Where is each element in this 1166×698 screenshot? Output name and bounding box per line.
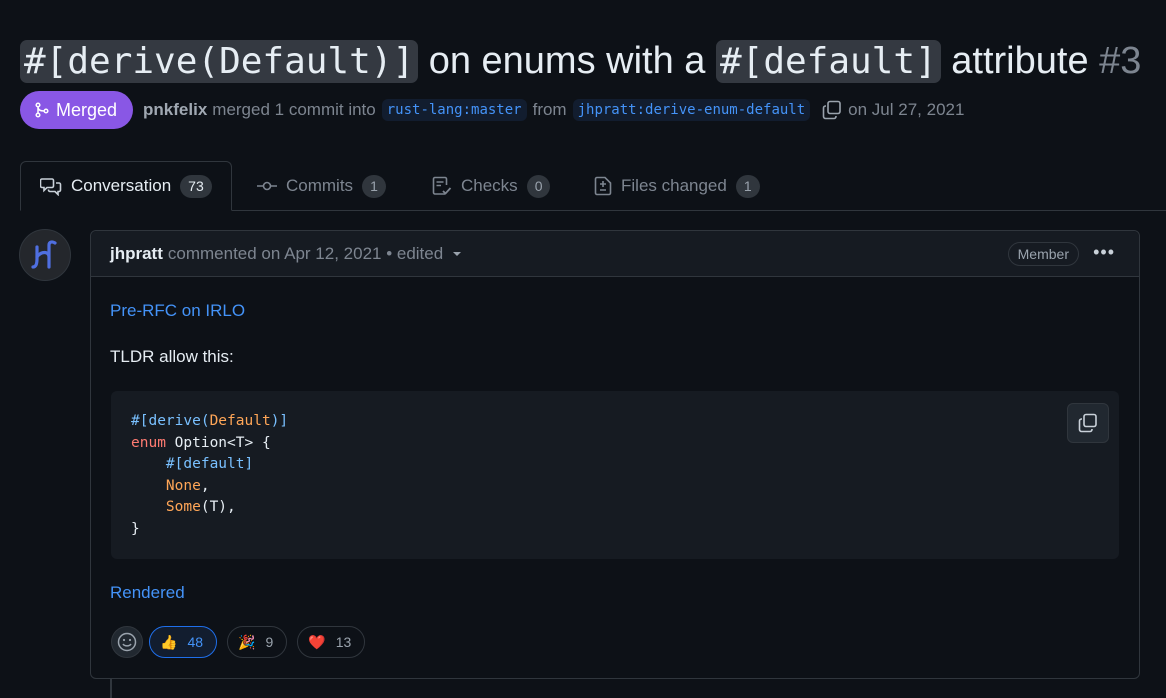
comment-discussion-icon (40, 178, 62, 196)
code-block: #[derive(Default)] enum Option<T> { #[de… (111, 391, 1119, 559)
tab-conversation-counter: 73 (180, 174, 212, 198)
comment-paragraph: TLDR allow this: (110, 347, 234, 366)
base-branch[interactable]: rust-lang:master (381, 99, 527, 121)
title-text-2: attribute (940, 40, 1100, 82)
tab-files-changed-counter: 1 (735, 174, 760, 198)
smiley-icon (117, 632, 137, 652)
merge-date: on Jul 27, 2021 (848, 100, 965, 119)
diff-icon (594, 176, 612, 196)
git-merge-icon (35, 102, 49, 118)
reaction-hooray[interactable]: 🎉 9 (227, 626, 288, 658)
pr-tabs: Conversation 73 Commits 1 Checks 0 Files… (20, 161, 1166, 211)
merge-text: merged 1 commit into (212, 100, 376, 119)
kebab-menu-icon[interactable]: ••• (1093, 242, 1115, 263)
comment-timestamp[interactable]: commented on Apr 12, 2021 • edited (168, 244, 443, 264)
avatar[interactable] (19, 229, 71, 281)
tab-commits-label: Commits (286, 176, 354, 195)
code-line-6: } (131, 520, 140, 537)
title-code-derive: #[derive(Default)] (20, 40, 419, 83)
code-line-2: enum Option<T> { (131, 434, 271, 451)
title-text-1: on enums with a (418, 40, 716, 82)
user-avatar-logo (31, 240, 57, 269)
member-badge: Member (1007, 242, 1079, 266)
code-line-3: #[default] (165, 456, 254, 473)
thumbs-up-icon: 👍 (160, 633, 178, 650)
tab-conversation[interactable]: Conversation 73 (20, 161, 232, 211)
tab-checks[interactable]: Checks 0 (432, 161, 551, 211)
merged-state-badge: Merged (20, 91, 134, 129)
merged-by-user[interactable]: pnkfelix (143, 100, 207, 120)
code-line-1: #[derive(Default)] (131, 413, 289, 429)
code-line-4: None, (165, 477, 210, 494)
reaction-heart[interactable]: ❤️ 13 (297, 626, 366, 658)
reaction-heart-count: 13 (335, 634, 352, 650)
comment-author[interactable]: jhpratt (110, 244, 163, 264)
reaction-thumbs-up[interactable]: 👍 48 (149, 626, 218, 658)
comment-box: jhpratt commented on Apr 12, 2021 • edit… (90, 230, 1140, 679)
title-code-default: #[default] (715, 40, 941, 83)
tab-conversation-label: Conversation (71, 176, 172, 195)
reactions-bar: 👍 48 🎉 9 ❤️ 13 (111, 626, 375, 658)
reaction-hooray-count: 9 (265, 634, 274, 650)
copy-branch-icon[interactable] (822, 100, 842, 120)
commit-icon (257, 181, 277, 191)
chevron-down-icon[interactable] (451, 250, 463, 258)
tab-commits-counter: 1 (362, 174, 386, 198)
heart-icon: ❤️ (308, 633, 326, 650)
head-branch[interactable]: jhpratt:derive-enum-default (572, 99, 811, 121)
tab-checks-counter: 0 (526, 174, 551, 198)
hooray-icon: 🎉 (238, 633, 256, 650)
pr-meta: Merged pnkfelix merged 1 commit into rus… (20, 91, 964, 129)
tab-files-changed-label: Files changed (621, 176, 727, 195)
reaction-thumbs-up-count: 48 (187, 634, 204, 650)
checklist-icon (432, 176, 452, 195)
add-reaction-button[interactable] (111, 626, 143, 658)
timeline-line (110, 676, 112, 698)
rendered-link[interactable]: Rendered (110, 583, 185, 603)
pre-rfc-link[interactable]: Pre-RFC on IRLO (110, 301, 245, 321)
code-line-5: Some(T), (165, 499, 236, 516)
pr-title: #[derive(Default)] on enums with a #[def… (20, 36, 1141, 87)
copy-icon (1078, 413, 1097, 433)
copy-code-button[interactable] (1067, 403, 1109, 443)
comment-header: jhpratt commented on Apr 12, 2021 • edit… (91, 231, 1139, 277)
from-text: from (532, 100, 567, 119)
merged-label: Merged (56, 99, 118, 120)
tab-commits[interactable]: Commits 1 (257, 161, 386, 211)
tab-checks-label: Checks (461, 176, 518, 195)
tab-files-changed[interactable]: Files changed 1 (594, 161, 760, 211)
code-content: #[derive(Default)] enum Option<T> { #[de… (131, 411, 288, 541)
pr-number: #3 (1099, 40, 1142, 82)
